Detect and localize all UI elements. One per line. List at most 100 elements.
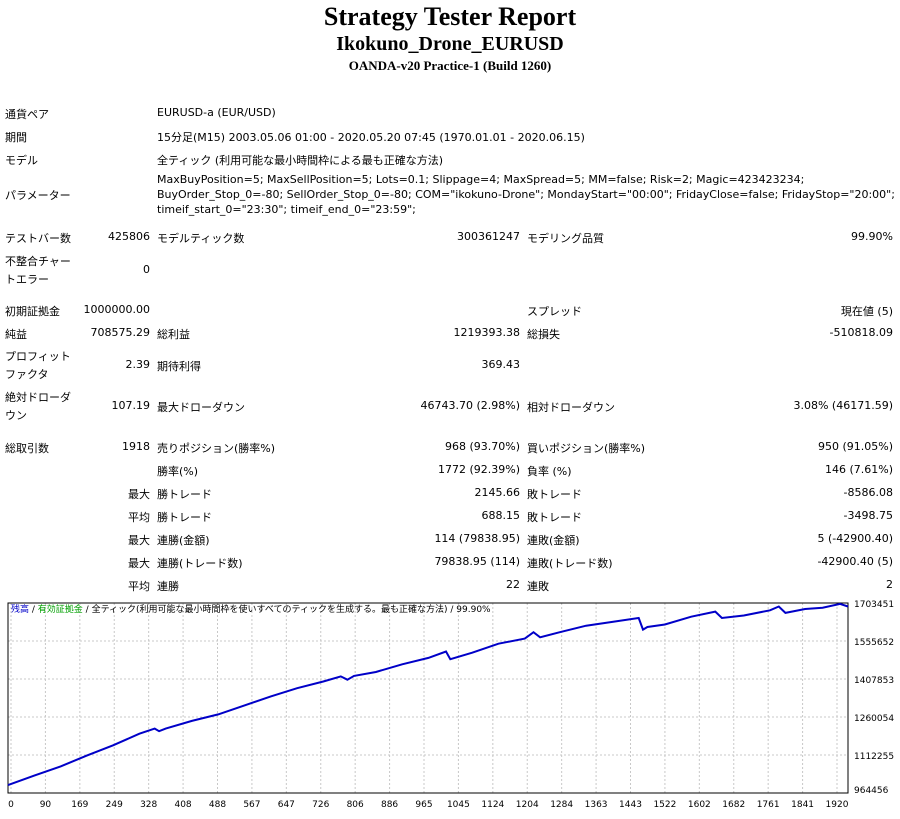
params-line: timeif_start_0="23:30"; timeif_end_0="23… <box>157 203 416 216</box>
average-win-value: 688.15 <box>481 509 521 522</box>
ticks-value: 300361247 <box>457 230 520 243</box>
x-tick-label: 806 <box>347 800 364 810</box>
net-profit-value: 708575.29 <box>90 326 151 339</box>
deposit-label: 初期証拠金 <box>5 305 60 318</box>
consec-wins-amount-value: 114 (79838.95) <box>434 532 520 545</box>
short-positions-label: 売りポジション(勝率%) <box>157 442 276 455</box>
x-tick-label: 886 <box>381 800 398 810</box>
avg-consec-wins-value: 22 <box>506 578 520 591</box>
symbol-value: EURUSD-a (EUR/USD) <box>157 106 276 119</box>
max-drawdown-label: 最大ドローダウン <box>157 401 245 414</box>
legend-sep: / <box>29 605 38 615</box>
largest-loss-value: -8586.08 <box>843 486 893 499</box>
spread-label: スプレッド <box>527 305 582 318</box>
report-title: Strategy Tester Report <box>323 2 577 31</box>
long-positions-value: 950 (91.05%) <box>817 440 893 453</box>
x-tick-label: 726 <box>312 800 329 810</box>
qualifier-avg: 平均 <box>128 511 150 524</box>
model-value: 全ティック (利用可能な最小時間枠による最も正確な方法) <box>157 154 444 167</box>
largest-win-value: 2145.66 <box>474 486 521 499</box>
x-tick-label: 965 <box>415 800 432 810</box>
consec-losses-count-label: 連敗(トレード数) <box>527 557 613 570</box>
y-tick-label: 1112255 <box>854 752 894 762</box>
legend-balance: 残高 <box>11 603 29 615</box>
x-tick-label: 1045 <box>447 800 470 810</box>
consec-wins-count-value: 79838.95 (114) <box>434 555 520 568</box>
period-label: 期間 <box>5 131 27 144</box>
qualifier-max: 最大 <box>128 488 150 501</box>
abs-drawdown-value: 107.19 <box>111 399 151 412</box>
x-tick-label: 1204 <box>516 800 539 810</box>
profit-factor-value: 2.39 <box>125 358 151 371</box>
avg-consec-wins-label: 連勝 <box>157 580 179 593</box>
x-tick-label: 328 <box>140 800 157 810</box>
params-line: BuyOrder_Stop_0=-80; SellOrder_Stop_0=-8… <box>157 188 895 201</box>
gross-profit-value: 1219393.38 <box>453 326 520 339</box>
x-tick-label: 1602 <box>688 800 711 810</box>
balance-chart: 1703451 1555652 1407853 1260054 1112255 96445… <box>3 598 897 819</box>
legend-model: 全ティック(利用可能な最小時間枠を使いすべてのティックを生成する。最も正確な方法… <box>92 603 448 615</box>
x-tick-label: 408 <box>174 800 191 810</box>
win-rate-value: 1772 (92.39%) <box>437 463 520 476</box>
x-tick-label: 1124 <box>481 800 504 810</box>
x-tick-label: 90 <box>40 800 52 810</box>
period-value: 15分足(M15) 2003.05.06 01:00 - 2020.05.20 … <box>157 131 585 144</box>
y-tick-label: 1703451 <box>854 600 894 610</box>
abs-drawdown-label-2: ウン <box>5 409 27 422</box>
rel-drawdown-value: 3.08% (46171.59) <box>793 399 893 412</box>
chart-legend: 残高 / 有効証拠金 / 全ティック(利用可能な最小時間枠を使いすべてのティック… <box>11 603 491 615</box>
mismatch-value: 0 <box>143 263 150 276</box>
x-tick-label: 1920 <box>826 800 849 810</box>
long-positions-label: 買いポジション(勝率%) <box>527 442 646 455</box>
gross-loss-label: 総損失 <box>527 328 560 341</box>
x-tick-label: 1363 <box>585 800 608 810</box>
loss-rate-label: 負率 (%) <box>527 465 572 478</box>
average-win-label: 勝トレード <box>157 511 212 524</box>
average-loss-label: 敗トレード <box>527 511 582 524</box>
qualifier-avg: 平均 <box>128 580 150 593</box>
x-tick-label: 249 <box>106 800 123 810</box>
deposit-value: 1000000.00 <box>83 303 150 316</box>
x-tick-label: 488 <box>209 800 226 810</box>
max-drawdown-value: 46743.70 (2.98%) <box>420 399 520 412</box>
gross-profit-label: 総利益 <box>157 328 190 341</box>
consec-wins-count-label: 連勝(トレード数) <box>157 557 243 570</box>
params-value: MaxBuyPosition=5; MaxSellPosition=5; Lot… <box>157 172 897 217</box>
y-tick-label: 964456 <box>854 786 889 796</box>
x-tick-label: 1522 <box>653 800 676 810</box>
total-trades-label: 総取引数 <box>5 442 49 455</box>
x-tick-label: 1682 <box>722 800 745 810</box>
x-tick-label: 169 <box>71 800 88 810</box>
expected-payoff-value: 369.43 <box>481 358 521 371</box>
symbol-label: 通貨ペア <box>5 108 49 121</box>
legend-quality: / 99.90% <box>448 605 492 615</box>
short-positions-value: 968 (93.70%) <box>444 440 520 453</box>
rel-drawdown-label: 相対ドローダウン <box>527 401 615 414</box>
expert-name: Ikokuno_Drone_EURUSD <box>336 33 564 55</box>
x-tick-label: 1841 <box>791 800 814 810</box>
legend-margin: 有効証拠金 <box>38 603 83 615</box>
legend-sep: / <box>83 605 92 615</box>
spread-value: 現在値 (5) <box>840 305 893 318</box>
qualifier-max: 最大 <box>128 534 150 547</box>
params-label: パラメーター <box>5 189 71 202</box>
chart-background <box>3 598 897 819</box>
gross-loss-value: -510818.09 <box>829 326 893 339</box>
largest-win-label: 勝トレード <box>157 488 212 501</box>
model-label: モデル <box>5 154 38 167</box>
broker-build: OANDA-v20 Practice-1 (Build 1260) <box>348 58 552 73</box>
x-tick-label: 1284 <box>550 800 573 810</box>
consec-wins-amount-label: 連勝(金額) <box>157 534 210 547</box>
x-tick-label: 1761 <box>757 800 780 810</box>
quality-label: モデリング品質 <box>527 232 604 245</box>
profit-factor-label-2: ファクタ <box>5 368 49 381</box>
mismatch-label-2: トエラー <box>5 273 49 286</box>
expected-payoff-label: 期待利得 <box>157 360 201 373</box>
ticks-label: モデルティック数 <box>157 232 245 245</box>
avg-consec-losses-value: 2 <box>886 578 893 591</box>
y-tick-label: 1407853 <box>854 676 894 686</box>
average-loss-value: -3498.75 <box>843 509 893 522</box>
avg-consec-losses-label: 連敗 <box>527 580 549 593</box>
x-tick-label: 567 <box>243 800 260 810</box>
win-rate-label: 勝率(%) <box>157 465 199 478</box>
